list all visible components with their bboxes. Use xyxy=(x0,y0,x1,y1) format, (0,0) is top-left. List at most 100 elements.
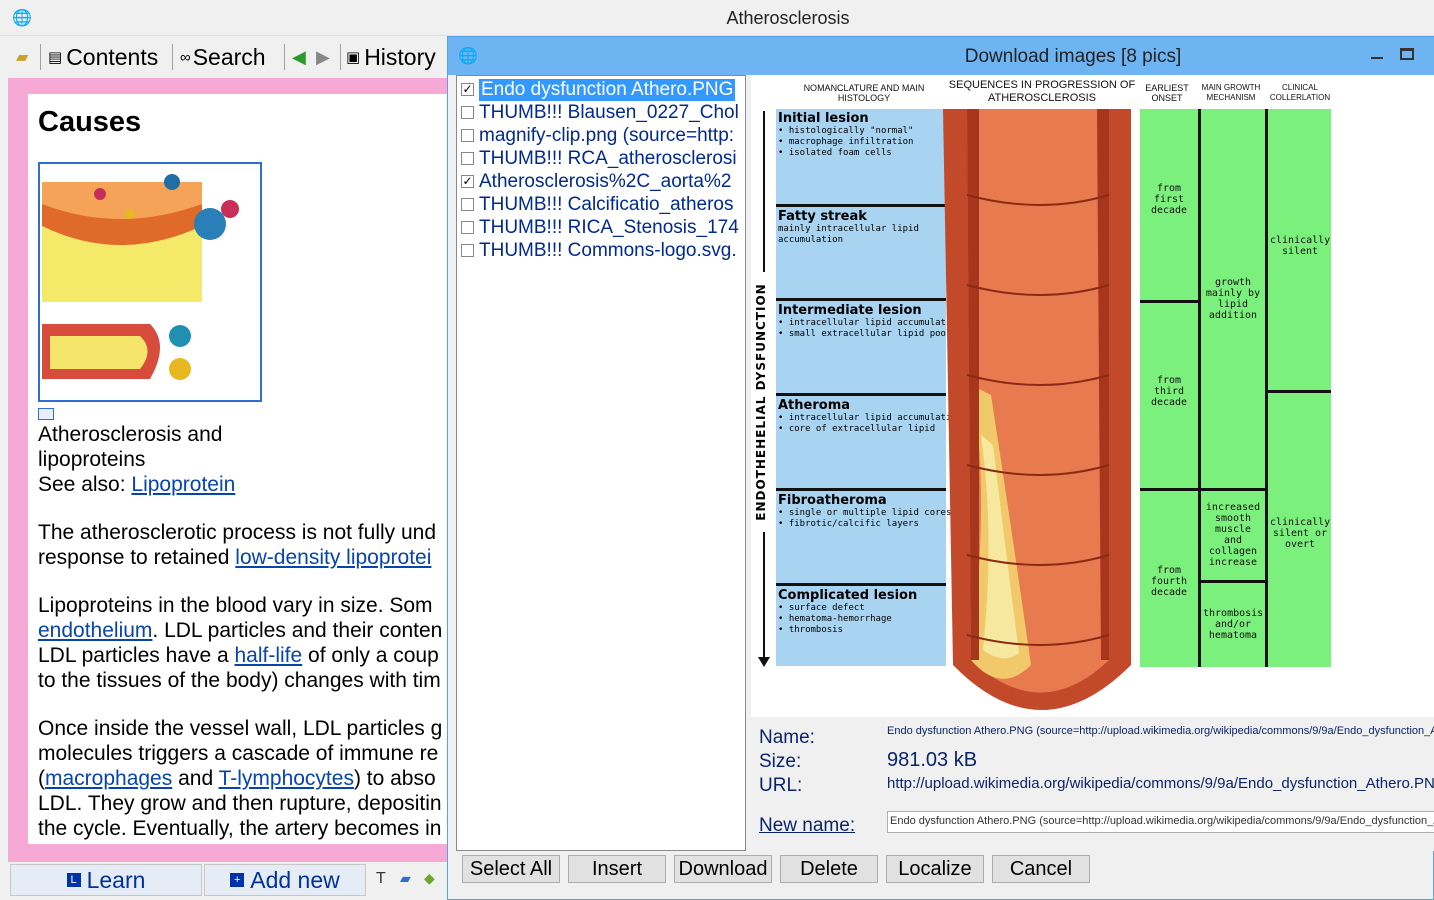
checkbox[interactable] xyxy=(461,129,474,142)
p2-text: . LDL particles and their conten xyxy=(152,619,443,642)
divider xyxy=(1201,580,1265,583)
paragraph-2-line-1: Lipoproteins in the blood vary in size. … xyxy=(38,594,433,617)
learn-icon: L xyxy=(66,873,81,887)
divider xyxy=(1201,488,1265,491)
paragraph-2-line-2: endothelium. LDL particles and their con… xyxy=(38,618,442,643)
image-list-item[interactable]: ✓ Endo dysfunction Athero.PNG xyxy=(461,78,744,101)
paragraph-3-line-4: LDL. They grow and then rupture, deposit… xyxy=(38,792,442,815)
localize-button[interactable]: Localize xyxy=(886,855,984,883)
see-also-prefix: See also: xyxy=(38,473,132,496)
stage-fatty-streak: Fatty streak mainly intracellular lipid a… xyxy=(776,207,946,301)
stage-desc: • intracellular lipid accumulation • sma… xyxy=(778,318,963,339)
growth-lipid-addition: growth mainly by lipid addition xyxy=(1205,277,1261,321)
stage-title: Complicated lesion xyxy=(778,588,918,603)
title-bar: 🌐 Atherosclerosis xyxy=(0,0,1434,36)
image-list-item[interactable]: magnify-clip.png (source=http: xyxy=(461,124,744,147)
p3-text: ) to abso xyxy=(353,767,436,790)
checkbox[interactable] xyxy=(461,106,474,119)
contents-label: Contents xyxy=(66,43,159,70)
new-name-input[interactable]: Endo dysfunction Athero.PNG (source=http… xyxy=(887,811,1434,833)
header-onset: EARLIEST ONSET xyxy=(1145,83,1189,103)
open-folder-button[interactable]: ▰ xyxy=(16,42,28,72)
article-thumbnail[interactable] xyxy=(38,162,262,402)
image-list-item-label: THUMB!!! Commons-logo.svg. xyxy=(479,239,737,261)
stage-complicated-lesion: Complicated lesion • surface defect • hem… xyxy=(776,586,946,666)
cube-icon[interactable]: ◆ xyxy=(424,870,435,887)
lipoprotein-link[interactable]: Lipoprotein xyxy=(131,473,235,496)
paragraph-2-line-4: to the tissues of the body) changes with… xyxy=(38,669,441,692)
side-label: ENDOTHEHELIAL DYSFUNCTION xyxy=(754,272,768,532)
image-preview: NOMANCLATURE AND MAIN HISTOLOGY SEQUENCE… xyxy=(751,75,1434,717)
stage-desc: • intracellular lipid accumulation • cor… xyxy=(778,413,963,434)
header-sequences: SEQUENCES IN PROGRESSION OF ATHEROSCLERO… xyxy=(948,79,1136,104)
minimize-button[interactable] xyxy=(1364,37,1390,71)
magnify-clip-icon[interactable] xyxy=(38,408,54,420)
image-list-item-label: Endo dysfunction Athero.PNG xyxy=(479,78,736,101)
p3-text: ( xyxy=(38,767,45,790)
checkbox[interactable]: ✓ xyxy=(461,175,474,188)
paragraph-3-line-2: molecules triggers a cascade of immune r… xyxy=(38,742,439,765)
image-list[interactable]: ✓ Endo dysfunction Athero.PNG THUMB!!! Bla… xyxy=(456,75,746,851)
checkbox[interactable] xyxy=(461,244,474,257)
endothelium-link[interactable]: endothelium xyxy=(38,619,152,642)
t-lymphocytes-link[interactable]: T-lymphocytes xyxy=(219,767,354,790)
add-new-icon: + xyxy=(230,873,245,887)
url-value: http://upload.wikimedia.org/wikipedia/co… xyxy=(887,775,1434,792)
image-info-panel: Name: Endo dysfunction Athero.PNG (sourc… xyxy=(751,717,1434,851)
clinical-silent-or-overt: clinically silent or overt xyxy=(1270,517,1331,550)
stage-title: Fatty streak xyxy=(778,209,867,224)
select-all-button[interactable]: Select All xyxy=(462,855,560,883)
stage-desc: mainly intracellular lipid accumulation xyxy=(778,224,919,245)
back-button[interactable]: ◀ xyxy=(292,42,306,72)
contents-button[interactable]: ▤ Contents xyxy=(48,42,158,72)
macrophages-link[interactable]: macrophages xyxy=(45,767,172,790)
stage-title: Intermediate lesion xyxy=(778,303,922,318)
article-content: Causes Atherosclerosis and lipoproteins … xyxy=(28,94,448,844)
image-list-item[interactable]: THUMB!!! RCA_atherosclerosi xyxy=(461,147,744,170)
toolbar-separator xyxy=(172,44,173,70)
minimize-icon xyxy=(1371,57,1383,59)
download-button[interactable]: Download xyxy=(674,855,772,883)
artery-illustration xyxy=(943,109,1131,710)
ldl-link[interactable]: low-density lipoprotei xyxy=(235,546,431,569)
image-list-item-label: magnify-clip.png (source=http: xyxy=(479,124,735,146)
image-list-item[interactable]: THUMB!!! Blausen_0227_Chol xyxy=(461,101,744,124)
image-list-item[interactable]: THUMB!!! Calcificatio_atheros xyxy=(461,193,744,216)
add-new-button[interactable]: + Add new xyxy=(204,864,366,896)
stage-desc: • surface defect • hematoma-hemorrhage •… xyxy=(778,603,892,635)
stage-intermediate-lesion: Intermediate lesion • intracellular lipid… xyxy=(776,301,963,396)
dialog-title: Download images [8 pics] xyxy=(964,46,1182,67)
p2-text: LDL particles have a xyxy=(38,644,235,667)
checkbox[interactable] xyxy=(461,198,474,211)
search-label: Search xyxy=(192,43,266,70)
delete-button[interactable]: Delete xyxy=(780,855,878,883)
checkbox[interactable] xyxy=(461,152,474,165)
lipoprotein-illustration xyxy=(42,174,239,380)
text-format-icon[interactable]: T xyxy=(376,870,386,888)
learn-label: Learn xyxy=(86,866,146,893)
image-list-item[interactable]: THUMB!!! RICA_Stenosis_174 xyxy=(461,216,744,239)
insert-button[interactable]: Insert xyxy=(568,855,666,883)
toolbar-separator xyxy=(284,44,285,70)
forward-button[interactable]: ▶ xyxy=(316,42,330,72)
p2-text: of only a coup xyxy=(302,644,439,667)
atherosclerosis-infographic: NOMANCLATURE AND MAIN HISTOLOGY SEQUENCE… xyxy=(751,75,1336,717)
cancel-button[interactable]: Cancel xyxy=(992,855,1090,883)
book-icon[interactable]: ▰ xyxy=(400,870,411,887)
stage-title: Fibroatheroma xyxy=(778,493,887,508)
checkbox[interactable]: ✓ xyxy=(461,83,474,96)
search-button[interactable]: ∞ Search xyxy=(180,42,266,72)
header-growth: MAIN GROWTH MECHANISM xyxy=(1201,83,1261,102)
learn-button[interactable]: L Learn xyxy=(10,864,202,896)
toolbar-separator xyxy=(40,44,41,70)
window-title: Atherosclerosis xyxy=(726,8,850,28)
maximize-button[interactable] xyxy=(1394,37,1420,71)
paragraph-3-line-1: Once inside the vessel wall, LDL particl… xyxy=(38,717,443,740)
checkbox[interactable] xyxy=(461,221,474,234)
history-button[interactable]: ▣ History xyxy=(346,42,436,72)
image-list-item[interactable]: THUMB!!! Commons-logo.svg. xyxy=(461,239,744,262)
onset-third-decade: from third decade xyxy=(1150,375,1188,408)
image-list-item[interactable]: ✓ Atherosclerosis%2C_aorta%2 xyxy=(461,170,744,193)
contents-icon: ▤ xyxy=(48,49,63,66)
half-life-link[interactable]: half-life xyxy=(235,644,303,667)
